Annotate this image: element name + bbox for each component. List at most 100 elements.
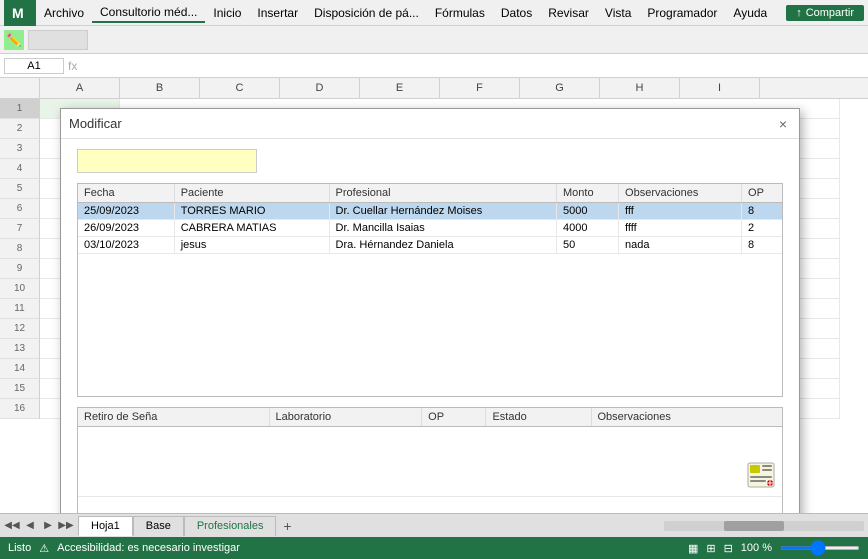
col-estado: Estado xyxy=(486,408,591,427)
menu-disposicion[interactable]: Disposición de pá... xyxy=(306,4,427,22)
cell-monto: 50 xyxy=(556,237,618,254)
share-button[interactable]: ↑ Compartir xyxy=(786,5,864,21)
column-headers: A B C D E F G H I xyxy=(0,78,868,99)
top-data-table: Fecha Paciente Profesional Monto Observa… xyxy=(78,184,782,254)
scroll-left-left[interactable]: ◀◀ xyxy=(4,518,20,534)
menu-vista[interactable]: Vista xyxy=(597,4,639,22)
corner-cell xyxy=(0,78,40,98)
bottom-empty-cell xyxy=(78,427,782,497)
cell-fecha: 25/09/2023 xyxy=(78,203,174,220)
row-2: 2 xyxy=(0,119,40,139)
table-header-row: Fecha Paciente Profesional Monto Observa… xyxy=(78,184,782,203)
cell-monto: 5000 xyxy=(556,203,618,220)
table-row[interactable]: 03/10/2023jesusDra. Hérnandez Daniela50n… xyxy=(78,237,782,254)
menu-archivo[interactable]: Archivo xyxy=(36,4,92,22)
app-icon: M xyxy=(4,0,36,29)
table-row[interactable]: 26/09/2023CABRERA MATIASDr. Mancilla Isa… xyxy=(78,220,782,237)
search-input[interactable] xyxy=(77,149,257,173)
main-area: A B C D E F G H I 1 2 3 4 5 6 7 xyxy=(0,78,868,513)
view-layout-icon[interactable]: ⊞ xyxy=(706,542,715,555)
row-9: 9 xyxy=(0,259,40,279)
row-10: 10 xyxy=(0,279,40,299)
zoom-slider[interactable] xyxy=(780,546,860,550)
cell-observaciones: fff xyxy=(619,203,742,220)
row-numbers: 1 2 3 4 5 6 7 8 9 10 11 12 13 14 15 16 xyxy=(0,99,40,419)
menu-bar: M Archivo Consultorio méd... Inicio Inse… xyxy=(0,0,868,26)
row-7: 7 xyxy=(0,219,40,239)
modal-title: Modificar xyxy=(69,116,122,131)
col-D: D xyxy=(280,78,360,98)
col-profesional: Profesional xyxy=(329,184,556,203)
col-op2: OP xyxy=(422,408,486,427)
cell-paciente: TORRES MARIO xyxy=(174,203,329,220)
scrollbar-thumb xyxy=(724,521,784,531)
modal-dialog: Modificar × Fecha Pa xyxy=(60,108,800,513)
ribbon: ✏️ xyxy=(0,26,868,54)
menu-ayuda[interactable]: Ayuda xyxy=(725,4,775,22)
menu-insertar[interactable]: Insertar xyxy=(249,4,306,22)
menu-inicio[interactable]: Inicio xyxy=(205,4,249,22)
tab-profesionales[interactable]: Profesionales xyxy=(184,516,277,536)
search-wrapper xyxy=(77,149,783,173)
row-1: 1 xyxy=(0,99,40,119)
col-C: C xyxy=(200,78,280,98)
menu-revisar[interactable]: Revisar xyxy=(540,4,597,22)
col-retiro: Retiro de Seña xyxy=(78,408,269,427)
table-row[interactable]: 25/09/2023TORRES MARIODr. Cuellar Hernán… xyxy=(78,203,782,220)
cell-profesional: Dr. Mancilla Isaias xyxy=(329,220,556,237)
col-H: H xyxy=(600,78,680,98)
bottom-data-table: Retiro de Seña Laboratorio OP Estado Obs… xyxy=(78,408,782,497)
cell-profesional: Dra. Hérnandez Daniela xyxy=(329,237,556,254)
pencil-icon[interactable]: ✏️ xyxy=(4,30,24,50)
row-4: 4 xyxy=(0,159,40,179)
scroll-left[interactable]: ◀ xyxy=(22,518,38,534)
menu-datos[interactable]: Datos xyxy=(493,4,540,22)
row-8: 8 xyxy=(0,239,40,259)
col-paciente: Paciente xyxy=(174,184,329,203)
col-monto: Monto xyxy=(556,184,618,203)
col-A: A xyxy=(40,78,120,98)
horizontal-scrollbar[interactable] xyxy=(664,521,864,531)
col-I: I xyxy=(680,78,760,98)
status-bar-right: ▦ ⊞ ⊟ 100 % xyxy=(688,542,860,555)
menu-consultorio[interactable]: Consultorio méd... xyxy=(92,3,205,23)
view-page-icon[interactable]: ⊟ xyxy=(724,542,733,555)
edit-icon-button[interactable] xyxy=(746,461,776,492)
cell-paciente: CABRERA MATIAS xyxy=(174,220,329,237)
sheet-scroll-arrows: ◀◀ ◀ ▶ ▶▶ xyxy=(0,518,78,534)
name-box[interactable] xyxy=(4,58,64,74)
col-observaciones: Observaciones xyxy=(619,184,742,203)
cell-fecha: 03/10/2023 xyxy=(78,237,174,254)
row-16: 16 xyxy=(0,399,40,419)
row-14: 14 xyxy=(0,359,40,379)
modal-body: Fecha Paciente Profesional Monto Observa… xyxy=(61,139,799,513)
row-15: 15 xyxy=(0,379,40,399)
tab-hoja1[interactable]: Hoja1 xyxy=(78,516,133,536)
tab-base[interactable]: Base xyxy=(133,516,184,536)
top-table-wrapper: Fecha Paciente Profesional Monto Observa… xyxy=(77,183,783,397)
cell-paciente: jesus xyxy=(174,237,329,254)
cell-profesional: Dr. Cuellar Hernández Moises xyxy=(329,203,556,220)
menu-programador[interactable]: Programador xyxy=(639,4,725,22)
svg-text:M: M xyxy=(12,5,24,21)
add-sheet-button[interactable]: + xyxy=(276,516,298,536)
scroll-right-right[interactable]: ▶▶ xyxy=(58,518,74,534)
share-icon: ↑ xyxy=(796,7,802,19)
formula-bar: fx xyxy=(0,54,868,78)
scroll-right[interactable]: ▶ xyxy=(40,518,56,534)
cell-observaciones: nada xyxy=(619,237,742,254)
row-13: 13 xyxy=(0,339,40,359)
sheet-tab-bar: ◀◀ ◀ ▶ ▶▶ Hoja1 Base Profesionales + xyxy=(0,513,868,537)
modal-close-button[interactable]: × xyxy=(775,116,791,132)
status-ready: Listo xyxy=(8,542,31,554)
menu-formulas[interactable]: Fórmulas xyxy=(427,4,493,22)
view-normal-icon[interactable]: ▦ xyxy=(688,542,698,555)
col-obs2: Observaciones xyxy=(591,408,782,427)
col-fecha: Fecha xyxy=(78,184,174,203)
col-op: OP xyxy=(742,184,782,203)
row-3: 3 xyxy=(0,139,40,159)
cell-fecha: 26/09/2023 xyxy=(78,220,174,237)
zoom-level: 100 % xyxy=(741,542,772,554)
cell-monto: 4000 xyxy=(556,220,618,237)
cell-observaciones: ffff xyxy=(619,220,742,237)
